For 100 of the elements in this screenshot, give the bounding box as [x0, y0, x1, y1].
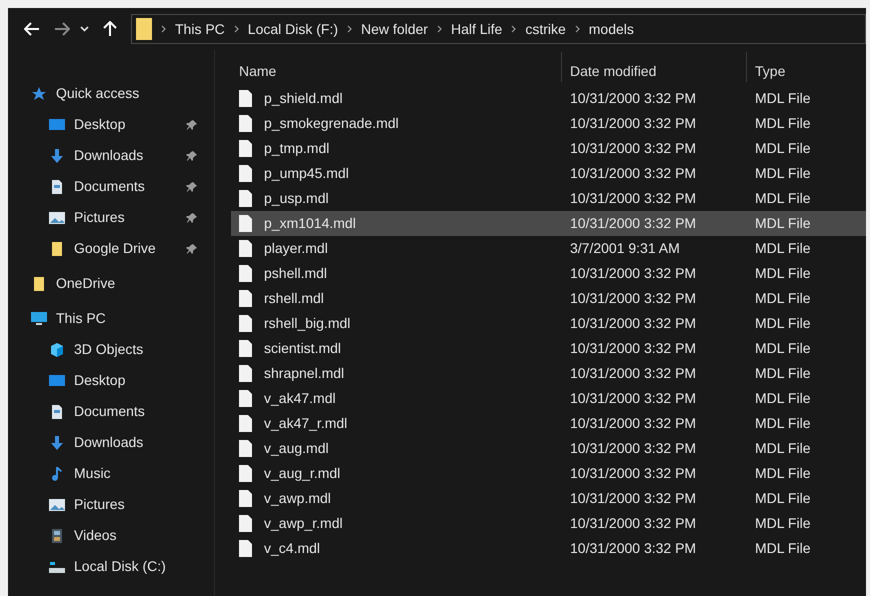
file-icon — [239, 290, 252, 307]
breadcrumb[interactable]: This PC — [175, 18, 225, 40]
file-row[interactable]: player.mdl 3/7/2001 9:31 AM MDL File — [231, 236, 866, 261]
file-row[interactable]: p_shield.mdl 10/31/2000 3:32 PM MDL File — [231, 86, 866, 111]
sidebar-item[interactable]: Quick access — [8, 78, 208, 109]
file-row[interactable]: v_awp.mdl 10/31/2000 3:32 PM MDL File — [231, 486, 866, 511]
file-type: MDL File — [754, 414, 810, 433]
file-icon — [239, 215, 252, 232]
file-icon — [239, 240, 252, 257]
computer-icon — [30, 310, 48, 326]
file-row[interactable]: rshell_big.mdl 10/31/2000 3:32 PM MDL File — [231, 311, 866, 336]
file-row[interactable]: scientist.mdl 10/31/2000 3:32 PM MDL File — [231, 336, 866, 361]
file-type: MDL File — [754, 314, 810, 333]
folder-icon — [136, 18, 152, 40]
chevron-down-icon[interactable] — [80, 26, 89, 32]
breadcrumb[interactable]: New folder — [361, 18, 428, 40]
chevron-right-icon — [347, 25, 352, 33]
sidebar-item[interactable]: 3D Objects — [8, 334, 208, 365]
file-type: MDL File — [754, 364, 810, 383]
sidebar-item[interactable]: Local Disk (C:) — [8, 551, 208, 582]
file-icon — [239, 415, 252, 432]
file-row[interactable]: v_c4.mdl 10/31/2000 3:32 PM MDL File — [231, 536, 866, 561]
up-arrow-icon[interactable] — [103, 21, 117, 37]
sidebar-item[interactable]: Desktop — [8, 365, 208, 396]
breadcrumb[interactable]: Half Life — [450, 18, 502, 40]
file-name: rshell.mdl — [264, 289, 324, 308]
image-icon — [48, 210, 66, 226]
file-icon — [239, 115, 252, 132]
file-row[interactable]: p_smokegrenade.mdl 10/31/2000 3:32 PM MDL File — [231, 111, 866, 136]
sidebar-item[interactable]: This PC — [8, 303, 208, 334]
date-modified: 10/31/2000 3:32 PM — [569, 339, 698, 358]
file-type: MDL File — [754, 339, 810, 358]
date-modified: 10/31/2000 3:32 PM — [569, 439, 698, 458]
pin-icon[interactable] — [186, 150, 198, 162]
file-row[interactable]: pshell.mdl 10/31/2000 3:32 PM MDL File — [231, 261, 866, 286]
file-type: MDL File — [754, 514, 810, 533]
sidebar-item[interactable]: Google Drive — [8, 233, 208, 264]
file-type: MDL File — [754, 139, 810, 158]
pin-icon[interactable] — [186, 212, 198, 224]
pin-icon[interactable] — [186, 118, 198, 130]
file-icon — [239, 90, 252, 107]
sidebar-item[interactable]: OneDrive — [8, 268, 208, 299]
back-arrow-icon[interactable] — [24, 22, 40, 36]
file-row[interactable]: v_ak47.mdl 10/31/2000 3:32 PM MDL File — [231, 386, 866, 411]
sidebar-item[interactable]: Pictures — [8, 202, 208, 233]
file-name: v_awp_r.mdl — [264, 514, 343, 533]
breadcrumb[interactable]: models — [588, 18, 634, 40]
sidebar-item[interactable]: Downloads — [8, 427, 208, 458]
down-arrow-icon — [48, 434, 66, 450]
file-name: v_aug_r.mdl — [264, 464, 340, 483]
breadcrumb[interactable]: Local Disk (F:) — [248, 18, 338, 40]
column-header[interactable]: Date modified — [562, 61, 746, 82]
monitor-icon — [48, 372, 66, 388]
column-header[interactable]: Name — [231, 61, 561, 82]
pin-icon[interactable] — [186, 180, 198, 192]
file-row[interactable]: v_awp_r.mdl 10/31/2000 3:32 PM MDL File — [231, 511, 866, 536]
sidebar-item[interactable]: Videos — [8, 520, 208, 551]
breadcrumb[interactable]: cstrike — [525, 18, 566, 40]
file-icon — [239, 265, 252, 282]
file-row[interactable]: v_aug_r.mdl 10/31/2000 3:32 PM MDL File — [231, 461, 866, 486]
sidebar-item[interactable]: Pictures — [8, 489, 208, 520]
file-row[interactable]: p_ump45.mdl 10/31/2000 3:32 PM MDL File — [231, 161, 866, 186]
file-row[interactable]: v_aug.mdl 10/31/2000 3:32 PM MDL File — [231, 436, 866, 461]
date-modified: 3/7/2001 9:31 AM — [569, 239, 681, 258]
file-row[interactable]: v_ak47_r.mdl 10/31/2000 3:32 PM MDL File — [231, 411, 866, 436]
file-name: p_usp.mdl — [264, 189, 329, 208]
sidebar-item[interactable]: Desktop — [8, 109, 208, 140]
file-row[interactable]: rshell.mdl 10/31/2000 3:32 PM MDL File — [231, 286, 866, 311]
column-header[interactable]: Type — [747, 61, 786, 82]
file-icon — [239, 465, 252, 482]
address-bar[interactable]: This PC Local Disk (F:) New folder Half Life cstrike models — [131, 14, 866, 44]
file-row[interactable]: p_tmp.mdl 10/31/2000 3:32 PM MDL File — [231, 136, 866, 161]
date-modified: 10/31/2000 3:32 PM — [569, 89, 698, 108]
chevron-right-icon — [511, 25, 516, 33]
date-modified: 10/31/2000 3:32 PM — [569, 314, 698, 333]
chevron-right-icon — [436, 25, 442, 33]
date-modified: 10/31/2000 3:32 PM — [569, 214, 698, 233]
pin-icon[interactable] — [186, 242, 198, 254]
file-type: MDL File — [754, 539, 810, 558]
sidebar-item[interactable]: Downloads — [8, 140, 208, 171]
sidebar-item[interactable]: Documents — [8, 171, 208, 202]
file-icon — [239, 490, 252, 507]
file-type: MDL File — [754, 439, 810, 458]
file-row[interactable]: p_xm1014.mdl 10/31/2000 3:32 PM MDL File — [231, 211, 866, 236]
sidebar-item[interactable]: Music — [8, 458, 208, 489]
image-icon — [48, 496, 66, 512]
file-row[interactable]: p_usp.mdl 10/31/2000 3:32 PM MDL File — [231, 186, 866, 211]
file-name: p_smokegrenade.mdl — [264, 114, 399, 133]
file-name: shrapnel.mdl — [264, 364, 344, 383]
file-name: v_ak47.mdl — [264, 389, 336, 408]
file-row[interactable]: shrapnel.mdl 10/31/2000 3:32 PM MDL File — [231, 361, 866, 386]
file-name: v_ak47_r.mdl — [264, 414, 348, 433]
sidebar-item[interactable]: Documents — [8, 396, 208, 427]
file-icon — [239, 165, 252, 182]
file-type: MDL File — [754, 239, 810, 258]
forward-arrow-icon[interactable] — [54, 22, 70, 36]
date-modified: 10/31/2000 3:32 PM — [569, 539, 698, 558]
date-modified: 10/31/2000 3:32 PM — [569, 264, 698, 283]
file-type: MDL File — [754, 289, 810, 308]
file-name: p_xm1014.mdl — [264, 214, 356, 233]
